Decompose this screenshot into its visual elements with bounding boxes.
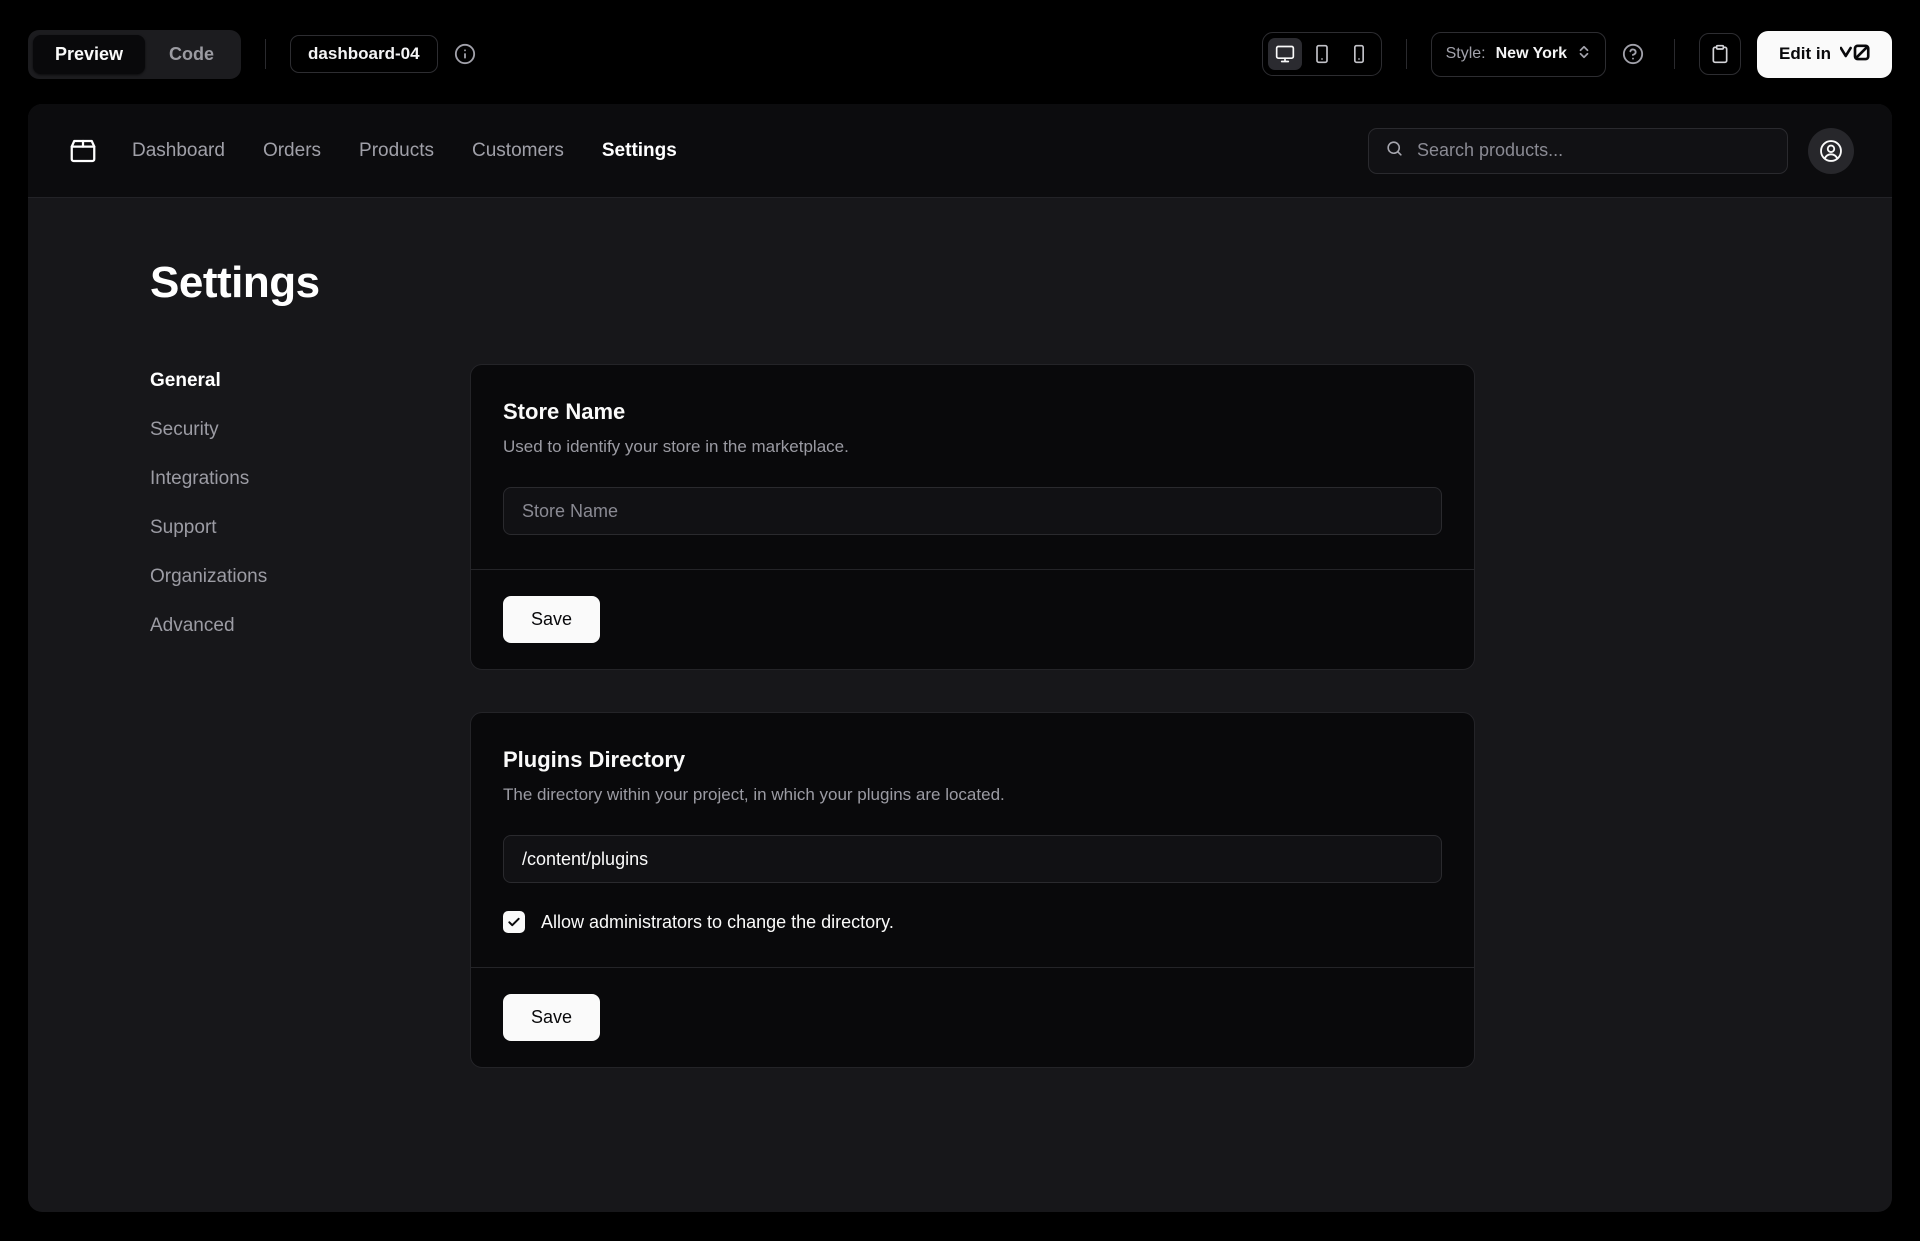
style-select-value: New York: [1496, 45, 1567, 63]
v0-logo-icon: [1840, 43, 1870, 66]
app-navbar: Dashboard Orders Products Customers Sett…: [28, 104, 1892, 198]
clipboard-icon[interactable]: [1699, 33, 1741, 75]
store-name-input[interactable]: [503, 487, 1442, 535]
allow-admins-checkbox-row: Allow administrators to change the direc…: [503, 911, 1442, 933]
device-mobile-button[interactable]: [1342, 38, 1376, 70]
search-icon: [1385, 139, 1404, 163]
editor-toolbar: Preview Code dashboard-04: [0, 0, 1920, 108]
help-circle-icon[interactable]: [1616, 37, 1650, 71]
settings-sidebar: General Security Integrations Support Or…: [150, 364, 470, 1068]
toolbar-left-group: Preview Code dashboard-04: [0, 30, 482, 79]
toolbar-divider-1: [265, 39, 266, 69]
chevron-up-down-icon: [1577, 43, 1591, 66]
tab-preview[interactable]: Preview: [33, 35, 145, 74]
plugins-directory-card: Plugins Directory The directory within y…: [470, 712, 1475, 1068]
sidebar-item-general[interactable]: General: [150, 370, 470, 392]
toolbar-right-group: Style: New York Edit in: [1262, 31, 1920, 78]
device-size-switch: [1262, 32, 1382, 76]
app-nav-links: Dashboard Orders Products Customers Sett…: [132, 140, 677, 162]
allow-admins-checkbox[interactable]: [503, 911, 525, 933]
store-name-card-description: Used to identify your store in the marke…: [503, 437, 1442, 457]
preview-panel: Dashboard Orders Products Customers Sett…: [28, 104, 1892, 1212]
page-title: Settings: [28, 258, 1892, 308]
project-chip[interactable]: dashboard-04: [290, 35, 437, 73]
store-name-save-button[interactable]: Save: [503, 596, 600, 643]
plugins-directory-card-title: Plugins Directory: [503, 747, 1442, 773]
toolbar-divider-2: [1406, 39, 1407, 69]
sidebar-item-advanced[interactable]: Advanced: [150, 615, 470, 637]
edit-in-v0-button[interactable]: Edit in: [1757, 31, 1892, 78]
plugins-directory-input[interactable]: [503, 835, 1442, 883]
app-nav-right: [1368, 128, 1854, 174]
store-name-card-footer: Save: [471, 569, 1474, 669]
plugins-directory-card-footer: Save: [471, 967, 1474, 1067]
sidebar-item-organizations[interactable]: Organizations: [150, 566, 470, 588]
sidebar-item-integrations[interactable]: Integrations: [150, 468, 470, 490]
style-select-label: Style:: [1446, 45, 1486, 63]
tab-code[interactable]: Code: [147, 35, 236, 74]
settings-layout: General Security Integrations Support Or…: [28, 364, 1892, 1068]
device-tablet-button[interactable]: [1305, 38, 1339, 70]
product-search[interactable]: [1368, 128, 1788, 174]
plugins-directory-card-body: Plugins Directory The directory within y…: [471, 713, 1474, 967]
nav-item-settings[interactable]: Settings: [602, 140, 677, 162]
edit-in-v0-label: Edit in: [1779, 44, 1831, 64]
search-input[interactable]: [1417, 140, 1771, 161]
package-icon[interactable]: [68, 136, 98, 166]
sidebar-item-support[interactable]: Support: [150, 517, 470, 539]
nav-item-customers[interactable]: Customers: [472, 140, 564, 162]
view-mode-switch: Preview Code: [28, 30, 241, 79]
nav-item-dashboard[interactable]: Dashboard: [132, 140, 225, 162]
device-desktop-button[interactable]: [1268, 38, 1302, 70]
sidebar-item-security[interactable]: Security: [150, 419, 470, 441]
style-select[interactable]: Style: New York: [1431, 32, 1606, 77]
user-circle-icon[interactable]: [1808, 128, 1854, 174]
info-circle-icon[interactable]: [448, 37, 482, 71]
store-name-card-body: Store Name Used to identify your store i…: [471, 365, 1474, 569]
plugins-directory-card-description: The directory within your project, in wh…: [503, 785, 1442, 805]
nav-item-orders[interactable]: Orders: [263, 140, 321, 162]
settings-page: Settings General Security Integrations S…: [28, 198, 1892, 1068]
allow-admins-checkbox-label: Allow administrators to change the direc…: [541, 912, 894, 933]
toolbar-divider-3: [1674, 39, 1675, 69]
plugins-directory-save-button[interactable]: Save: [503, 994, 600, 1041]
nav-item-products[interactable]: Products: [359, 140, 434, 162]
settings-cards: Store Name Used to identify your store i…: [470, 364, 1475, 1068]
store-name-card-title: Store Name: [503, 399, 1442, 425]
store-name-card: Store Name Used to identify your store i…: [470, 364, 1475, 670]
